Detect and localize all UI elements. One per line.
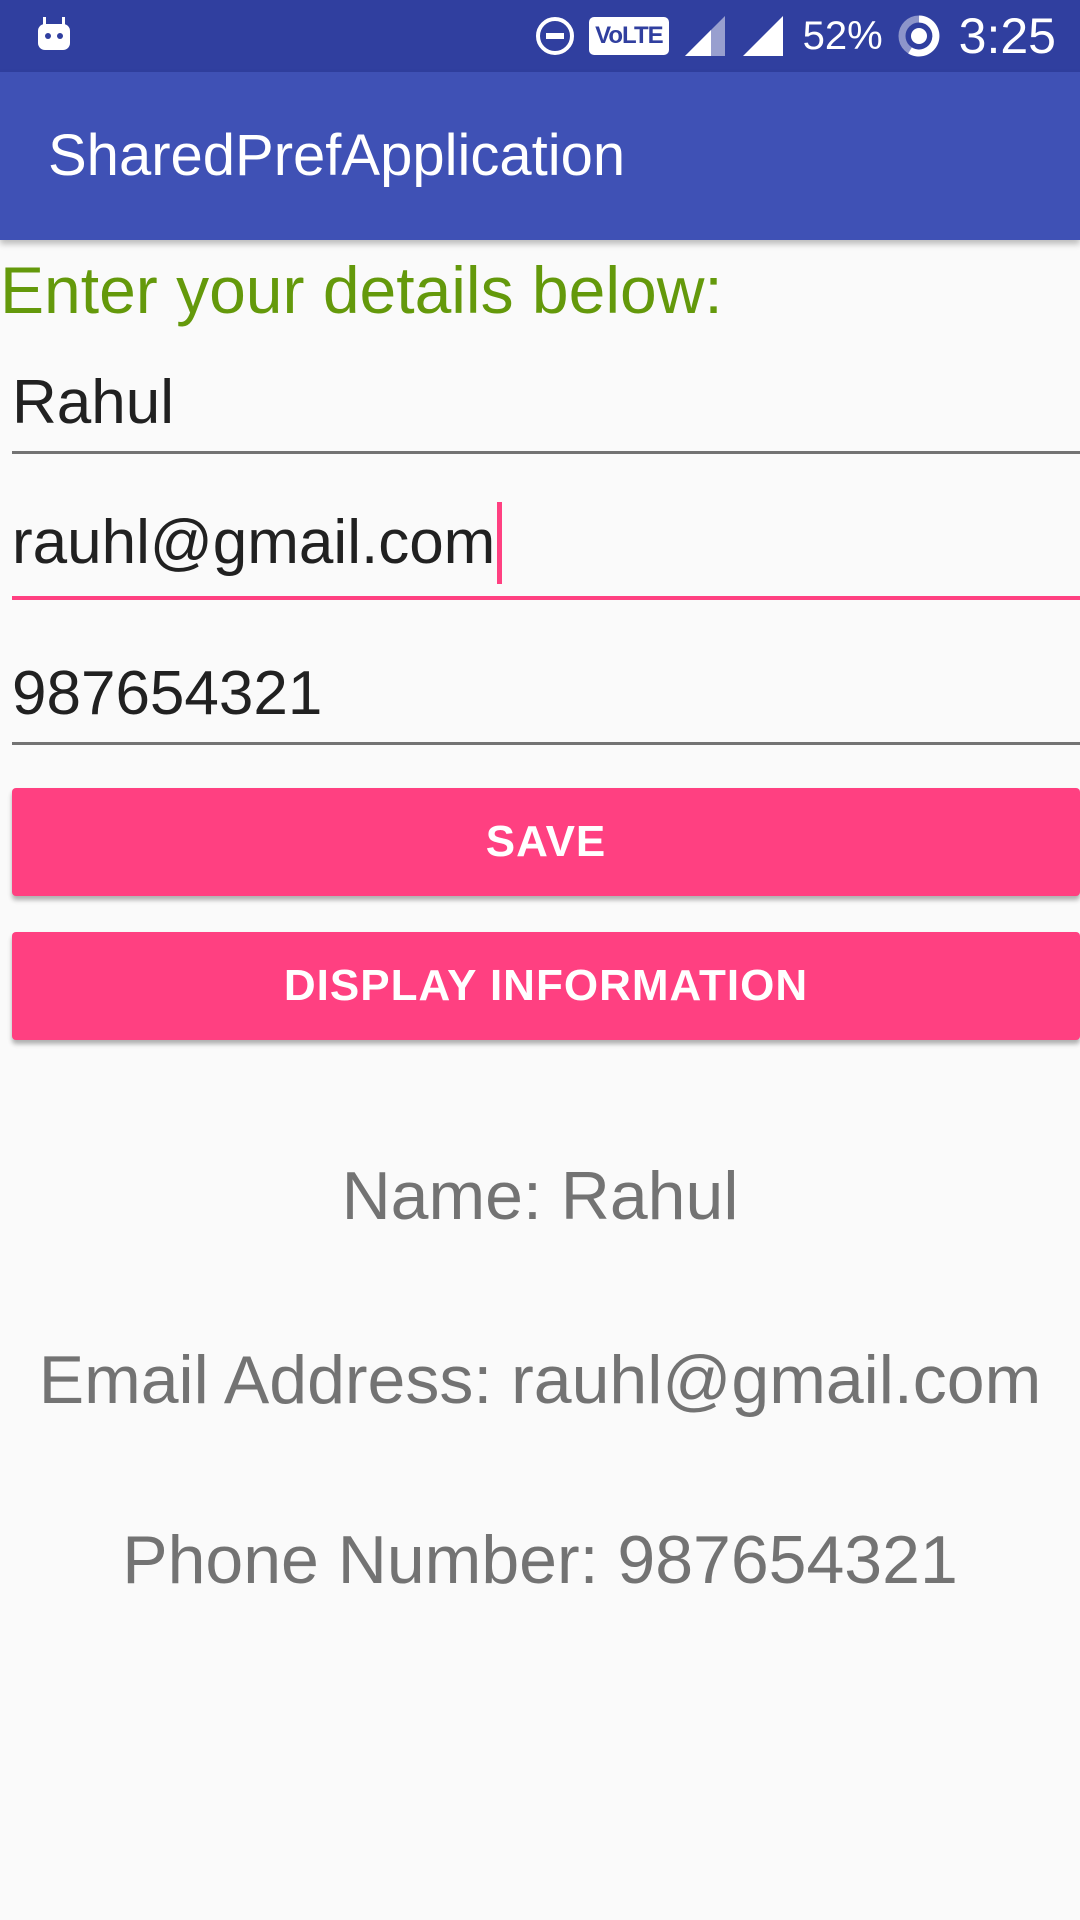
battery-ring-icon — [898, 15, 940, 57]
name-field[interactable]: Rahul — [12, 354, 1080, 454]
info-name: Name: Rahul — [341, 1158, 739, 1234]
battery-percent: 52% — [802, 13, 883, 58]
phone-value: 987654321 — [12, 659, 323, 728]
app-title: SharedPrefApplication — [48, 123, 626, 188]
phone-field[interactable]: 987654321 — [12, 645, 1080, 745]
email-field[interactable]: rauhl@gmail.com — [12, 500, 1080, 600]
display-information-button[interactable]: DISPLAY INFORMATION — [12, 932, 1080, 1040]
android-icon — [38, 17, 70, 50]
do-not-disturb-icon — [536, 17, 575, 55]
save-button[interactable]: SAVE — [12, 788, 1080, 896]
email-value: rauhl@gmail.com — [12, 508, 496, 577]
clock: 3:25 — [958, 8, 1056, 64]
signal-icon — [742, 16, 783, 56]
info-email: Email Address: rauhl@gmail.com — [38, 1342, 1042, 1418]
status-bar: VoLTE 52% 3:25 — [0, 0, 1080, 72]
status-icons: VoLTE 52% 3:25 — [535, 0, 1056, 72]
text-cursor — [497, 502, 503, 584]
app-bar: SharedPrefApplication — [0, 72, 1080, 240]
signal-icon — [684, 16, 725, 56]
intro-text: Enter your details below: — [0, 253, 723, 327]
info-phone: Phone Number: 987654321 — [122, 1522, 958, 1598]
volte-badge: VoLTE — [589, 17, 669, 55]
name-value: Rahul — [12, 368, 174, 437]
